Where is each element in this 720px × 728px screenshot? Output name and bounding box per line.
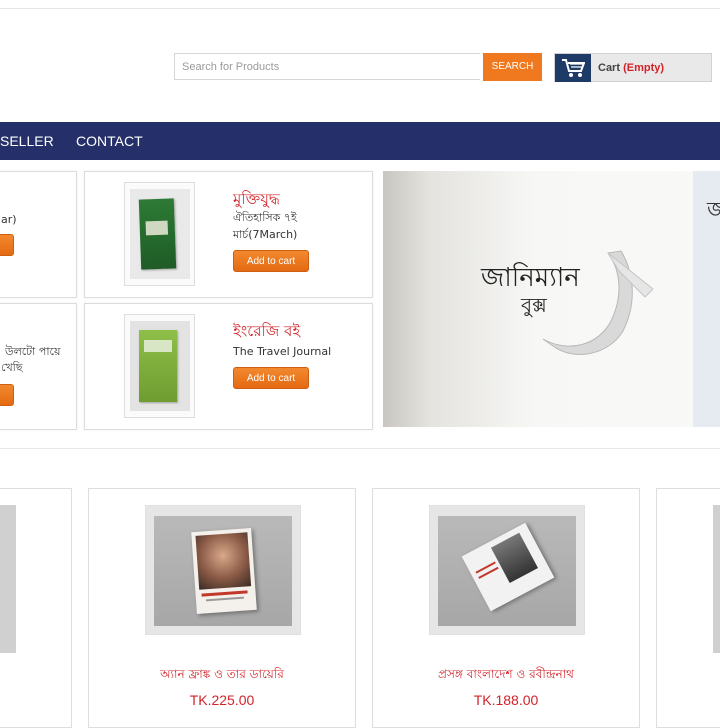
add-to-cart-button-partial[interactable]	[0, 234, 14, 256]
promo-banner[interactable]: জানিম্যান বুক্স জ	[383, 171, 720, 427]
product-name[interactable]: প্রসঙ্গ বাংলাদেশ ও রবীন্দ্রনাথ	[372, 666, 640, 686]
nav-item-seller[interactable]: SELLER	[0, 122, 54, 160]
nav-item-contact[interactable]: CONTACT	[76, 122, 143, 160]
featured-title[interactable]: মার্চ(7March)	[233, 227, 297, 243]
featured-card: মুক্তিযুদ্ধ ঐতিহাসিক ৭ই মার্চ(7March) Ad…	[84, 171, 373, 298]
cart-button[interactable]: Cart (Empty)	[554, 53, 712, 82]
featured-card-partial: ar)	[0, 171, 77, 298]
add-to-cart-button[interactable]: Add to cart	[233, 367, 309, 389]
search-button[interactable]: SEARCH	[483, 53, 542, 81]
banner-brand-subtitle: বুক্স	[521, 293, 547, 317]
search-input[interactable]: Search for Products	[174, 53, 480, 80]
featured-title[interactable]: ঐতিহাসিক ৭ই	[233, 210, 297, 226]
banner-side-text: জ	[707, 198, 720, 223]
section-divider	[0, 448, 720, 449]
featured-title-partial: উলটো পায়ে	[5, 345, 61, 358]
featured-category[interactable]: ইংরেজি বই	[233, 320, 300, 345]
product-price: TK.188.00	[473, 692, 539, 708]
featured-card: ইংরেজি বই The Travel Journal Add to cart	[84, 303, 373, 430]
add-to-cart-button[interactable]: Add to cart	[233, 250, 309, 272]
product-name[interactable]: অ্যান ফ্রাঙ্ক ও তার ডায়েরি	[88, 666, 356, 686]
product-card-partial[interactable]	[0, 488, 72, 728]
main-nav: SELLER CONTACT	[0, 122, 720, 160]
product-image[interactable]	[145, 505, 301, 635]
book-cover[interactable]	[124, 314, 195, 418]
product-image[interactable]	[429, 505, 585, 635]
cart-text: Cart	[598, 62, 621, 74]
cart-label: Cart (Empty)	[598, 54, 664, 82]
top-border	[0, 8, 720, 9]
featured-card-partial: উলটো পায়ে খেছি	[0, 303, 77, 430]
cart-icon	[555, 54, 591, 82]
add-to-cart-button-partial[interactable]	[0, 384, 14, 406]
featured-title-partial: ar)	[1, 213, 17, 226]
book-cover[interactable]	[124, 182, 195, 286]
featured-title[interactable]: The Travel Journal	[233, 344, 331, 360]
featured-title-partial: খেছি	[1, 361, 23, 374]
cart-status: (Empty)	[623, 62, 665, 74]
product-card-partial[interactable]	[656, 488, 720, 728]
product-price: TK.225.00	[189, 692, 255, 708]
